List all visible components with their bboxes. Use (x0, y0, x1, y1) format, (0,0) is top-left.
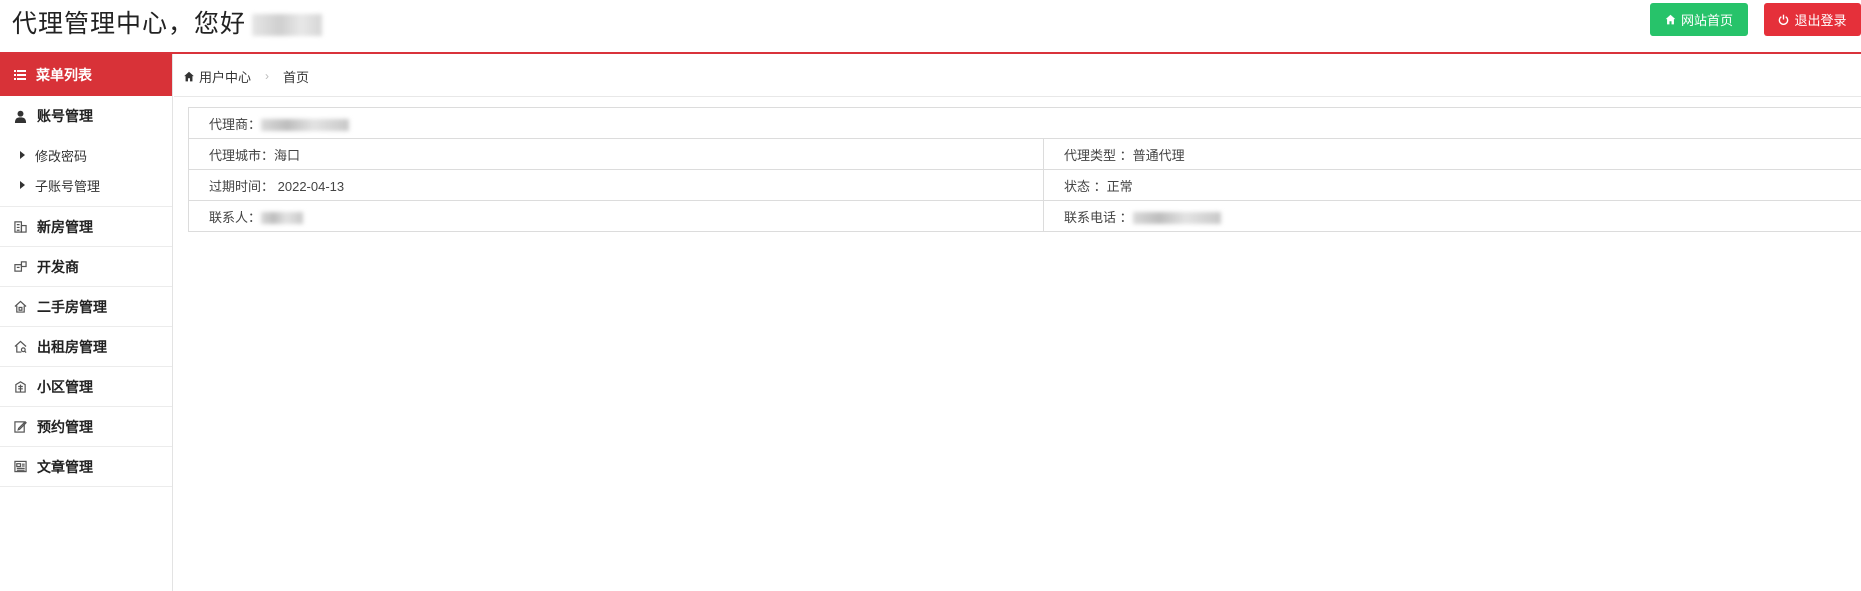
sidebar-item-label: 二手房管理 (37, 298, 107, 315)
sidebar-item-community[interactable]: 小区管理 (0, 367, 172, 407)
table-row: 过期时间： 2022-04-13 状态 ：正常 (188, 169, 1861, 201)
breadcrumb-user-center[interactable]: 用户中心 (199, 67, 251, 86)
sidebar-item-label: 开发商 (37, 258, 79, 275)
city-cell: 代理城市：海口 (188, 138, 1044, 170)
status-value: 正常 (1106, 178, 1133, 194)
breadcrumb: 用户中心 › 首页 (174, 56, 1861, 97)
sidebar-item-rental[interactable]: 出租房管理 (0, 327, 172, 367)
user-name-redacted (252, 14, 323, 37)
sidebar-item-label: 账号管理 (37, 108, 93, 124)
sidebar-item-article[interactable]: 文章管理 (0, 447, 172, 487)
sidebar-subitem-sub-accounts[interactable]: 子账号管理 (0, 170, 172, 200)
table-row: 代理商： (188, 107, 1861, 139)
status-cell: 状态 ：正常 (1043, 169, 1861, 201)
user-icon (14, 110, 27, 123)
table-row: 代理城市：海口 代理类型 ：普通代理 (188, 138, 1861, 170)
caret-right-icon (20, 181, 25, 189)
logout-button[interactable]: 退出登录 (1764, 3, 1861, 36)
caret-right-icon (20, 151, 25, 159)
house-icon (14, 300, 27, 313)
sidebar-subitem-label: 子账号管理 (35, 178, 101, 194)
city-label: 代理城市： (209, 147, 275, 163)
sidebar-subitem-label: 修改密码 (35, 148, 88, 164)
title-text: 代理管理中心，您好 (12, 10, 247, 38)
type-value: 普通代理 (1132, 147, 1185, 163)
agent-cell: 代理商： (188, 107, 1861, 139)
menu-list-title: 菜单列表 (36, 67, 92, 83)
contact-value-redacted (261, 212, 304, 225)
edit-icon (14, 421, 27, 433)
phone-cell: 联系电话 ： (1043, 200, 1861, 232)
developer-icon (14, 261, 27, 272)
sidebar-item-label: 出租房管理 (37, 338, 107, 355)
expire-value: 2022-04-13 (277, 178, 345, 194)
rental-house-icon (14, 340, 27, 353)
account-submenu: 修改密码 子账号管理 (0, 136, 172, 207)
page-title: 代理管理中心，您好 (12, 4, 323, 40)
sidebar-item-developer[interactable]: 开发商 (0, 247, 172, 287)
menu-list-header: 菜单列表 (0, 54, 172, 96)
newspaper-icon (14, 460, 27, 473)
sidebar-item-second-hand[interactable]: 二手房管理 (0, 287, 172, 327)
expire-label: 过期时间： (209, 178, 275, 194)
home-icon (184, 71, 194, 81)
sidebar-item-label: 小区管理 (37, 378, 93, 395)
building-icon (14, 221, 27, 233)
sidebar-subitem-change-password[interactable]: 修改密码 (0, 140, 172, 170)
type-cell: 代理类型 ：普通代理 (1043, 138, 1861, 170)
breadcrumb-current: 首页 (283, 69, 310, 85)
chevron-right-icon: › (265, 69, 270, 83)
sidebar-item-label: 预约管理 (37, 418, 93, 435)
top-header: 代理管理中心，您好 网站首页 退出登录 (0, 0, 1861, 54)
agent-label: 代理商： (209, 116, 262, 132)
type-label: 代理类型 ： (1064, 147, 1133, 163)
agent-info-table: 代理商： 代理城市：海口 代理类型 ：普通代理 过期时间： 2022-04-13… (188, 107, 1861, 232)
phone-value-redacted (1132, 212, 1221, 225)
site-home-button[interactable]: 网站首页 (1650, 3, 1748, 36)
status-label: 状态 ： (1064, 178, 1107, 194)
logout-label: 退出登录 (1794, 13, 1847, 28)
sidebar: 菜单列表 账号管理 修改密码 子账号管理 新房管理 开发商 二手房管理 出租房管… (0, 54, 173, 591)
sidebar-item-label: 文章管理 (37, 458, 93, 475)
site-home-label: 网站首页 (1680, 13, 1733, 28)
table-row: 联系人： 联系电话 ： (188, 200, 1861, 232)
sidebar-item-new-house[interactable]: 新房管理 (0, 207, 172, 247)
contact-cell: 联系人： (188, 200, 1044, 232)
city-value: 海口 (274, 147, 301, 163)
power-icon (1779, 14, 1789, 25)
list-icon (14, 70, 26, 80)
home-icon (1665, 14, 1676, 25)
sidebar-item-label: 新房管理 (37, 218, 93, 235)
sidebar-item-appointment[interactable]: 预约管理 (0, 407, 172, 447)
agent-value-redacted (261, 119, 350, 132)
community-icon (15, 381, 26, 393)
sidebar-item-account[interactable]: 账号管理 (0, 96, 172, 136)
expire-cell: 过期时间： 2022-04-13 (188, 169, 1044, 201)
contact-label: 联系人： (209, 209, 262, 225)
phone-label: 联系电话 ： (1064, 209, 1133, 225)
